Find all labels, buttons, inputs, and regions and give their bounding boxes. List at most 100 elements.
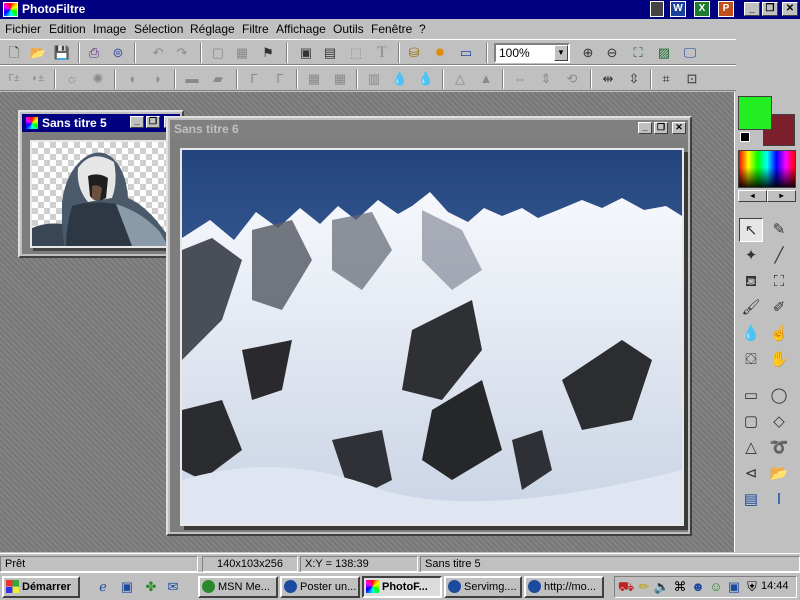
cut-selection-icon[interactable]: ▣ xyxy=(296,43,316,63)
close-button[interactable]: ✕ xyxy=(782,2,798,16)
document-window-small[interactable]: Sans titre 5 _ ❐ ✕ xyxy=(18,110,184,258)
msn-tray-icon[interactable]: ☻ xyxy=(689,578,707,596)
smudge-tool-icon[interactable]: ☝ xyxy=(767,322,791,346)
cut-icon[interactable]: ▢ xyxy=(208,43,228,63)
saturation-down-icon[interactable]: ▬ xyxy=(182,69,202,89)
contrast-down-icon[interactable]: ◖ xyxy=(122,69,142,89)
color-palette[interactable] xyxy=(738,150,796,188)
msn-quicklaunch-icon[interactable]: ✤ xyxy=(142,578,160,596)
large-image-canvas[interactable] xyxy=(180,148,684,526)
auto-contrast-icon[interactable]: ◐± xyxy=(28,69,48,89)
zoom-select[interactable]: 100% ▼ xyxy=(494,43,570,63)
restore-button[interactable]: ❐ xyxy=(762,2,778,16)
palette-prev-icon[interactable]: ◂ xyxy=(738,190,767,202)
image-size-icon[interactable]: ⇹ xyxy=(598,69,618,89)
menu-filtre[interactable]: Filtre xyxy=(242,21,269,37)
contrast-up-icon[interactable]: ◗ xyxy=(148,69,168,89)
blur-icon[interactable]: 💧 xyxy=(390,69,410,89)
copy-selection-icon[interactable]: ▤ xyxy=(320,43,340,63)
large-close-button[interactable]: ✕ xyxy=(672,122,686,134)
canvas-size-icon[interactable]: ⇳ xyxy=(624,69,644,89)
explorer-icon[interactable]: ⛁ xyxy=(404,43,424,63)
sepia-icon[interactable]: ▦ xyxy=(330,69,350,89)
task-http[interactable]: http://mo... xyxy=(524,576,604,598)
triangle-selection-icon[interactable]: △ xyxy=(739,436,763,460)
zoom-in-icon[interactable]: ⊕ xyxy=(578,43,598,63)
chevron-down-icon[interactable]: ▼ xyxy=(554,45,568,61)
brightness-up-icon[interactable]: ✺ xyxy=(88,69,108,89)
large-window-titlebar[interactable]: Sans titre 6 xyxy=(170,120,688,138)
default-colors-icon[interactable] xyxy=(740,132,750,142)
show-desktop-icon[interactable]: ▣ xyxy=(118,578,136,596)
fit-window-icon[interactable]: ▨ xyxy=(654,43,674,63)
antivirus-tray-icon[interactable]: ⛨ xyxy=(743,578,761,596)
pen-tray-icon[interactable]: ✏ xyxy=(635,578,653,596)
excel-icon[interactable]: X xyxy=(694,1,710,17)
app-tray-icon[interactable] xyxy=(650,1,664,17)
start-button[interactable]: Démarrer xyxy=(2,576,80,598)
actual-size-icon[interactable]: ⛶ xyxy=(628,43,648,63)
line-tool-icon[interactable]: ╱ xyxy=(767,244,791,268)
task-poster[interactable]: Poster un... xyxy=(280,576,360,598)
auto-levels-icon[interactable]: Γ± xyxy=(4,69,24,89)
menu-fichier[interactable]: Fichier xyxy=(5,21,41,37)
rounded-rect-selection-icon[interactable]: ▢ xyxy=(739,410,763,434)
outlook-icon[interactable]: ✉ xyxy=(164,578,182,596)
rotate-icon[interactable]: ⟲ xyxy=(562,69,582,89)
word-icon[interactable]: W xyxy=(670,1,686,17)
menu-image[interactable]: Image xyxy=(93,21,126,37)
save-icon[interactable]: 💾 xyxy=(52,43,72,63)
palette-next-icon[interactable]: ▸ xyxy=(767,190,796,202)
large-maximize-button[interactable]: ❐ xyxy=(654,122,668,134)
redo-icon[interactable]: ↷ xyxy=(172,43,192,63)
plugin-icon[interactable]: ✹ xyxy=(430,43,450,63)
large-minimize-button[interactable]: _ xyxy=(638,122,652,134)
powerpoint-icon[interactable]: P xyxy=(718,1,734,17)
fill-tool-icon[interactable]: ⛾ xyxy=(739,270,763,294)
scan-icon[interactable]: ⊜ xyxy=(108,43,128,63)
pointer-tool-icon[interactable]: ↖ xyxy=(739,218,763,242)
menu-selection[interactable]: Sélection xyxy=(134,21,183,37)
internet-explorer-icon[interactable]: ℯ xyxy=(94,578,112,596)
magic-wand-tool-icon[interactable]: ✦ xyxy=(739,244,763,268)
photofiltre-app-icon[interactable] xyxy=(3,2,18,17)
small-maximize-button[interactable]: ❐ xyxy=(146,116,160,128)
menu-reglage[interactable]: Réglage xyxy=(190,21,235,37)
mouse-tray-icon[interactable]: ⌘ xyxy=(671,578,689,596)
advanced-brush-tool-icon[interactable]: ✐ xyxy=(767,296,791,320)
select-all-icon[interactable]: ⬚ xyxy=(346,43,366,63)
diamond-selection-icon[interactable]: ◇ xyxy=(767,410,791,434)
brightness-down-icon[interactable]: ☼ xyxy=(62,69,82,89)
text-selection-icon[interactable]: Ⅰ xyxy=(767,488,791,512)
saturation-up-icon[interactable]: ▰ xyxy=(208,69,228,89)
select-all-tool-icon[interactable]: ▤ xyxy=(739,488,763,512)
menu-help[interactable]: ? xyxy=(419,21,426,37)
task-photofiltre[interactable]: PhotoF... xyxy=(362,576,442,598)
menu-edition[interactable]: Edition xyxy=(49,21,86,37)
small-minimize-button[interactable]: _ xyxy=(130,116,144,128)
print-icon[interactable]: ⎙ xyxy=(84,43,104,63)
window-icon[interactable]: ▭ xyxy=(456,43,476,63)
flip-horizontal-icon[interactable]: ⇔ xyxy=(510,69,530,89)
copy-icon[interactable]: ▦ xyxy=(232,43,252,63)
brush-tool-icon[interactable]: 🖌 xyxy=(739,296,763,320)
spray-tool-icon[interactable]: ⛶ xyxy=(767,270,791,294)
ellipse-selection-icon[interactable]: ◯ xyxy=(767,384,791,408)
menu-fenetre[interactable]: Fenêtre xyxy=(371,21,412,37)
rectangle-selection-icon[interactable]: ▭ xyxy=(739,384,763,408)
messenger-tray-icon[interactable]: ☺ xyxy=(707,578,725,596)
new-file-icon[interactable]: 🗋 xyxy=(4,43,24,63)
text-tool-icon[interactable]: T xyxy=(372,43,392,63)
hand-tool-icon[interactable]: ✋ xyxy=(767,348,791,372)
open-folder-icon[interactable]: 📂 xyxy=(28,43,48,63)
autocrop-icon[interactable]: ⊡ xyxy=(682,69,702,89)
display-tray-icon[interactable]: ▣ xyxy=(725,578,743,596)
network-tray-icon[interactable]: ⛟ xyxy=(617,578,635,596)
load-shape-icon[interactable]: 📂 xyxy=(767,462,791,486)
flip-vertical-icon[interactable]: ⇕ xyxy=(536,69,556,89)
gamma-down-icon[interactable]: Γ xyxy=(244,69,264,89)
eyedropper-tool-icon[interactable]: ✎ xyxy=(767,218,791,242)
document-window-large[interactable]: Sans titre 6 _ ❐ ✕ xyxy=(166,116,692,536)
crop-icon[interactable]: ⌗ xyxy=(656,69,676,89)
sharpen-icon[interactable]: △ xyxy=(450,69,470,89)
